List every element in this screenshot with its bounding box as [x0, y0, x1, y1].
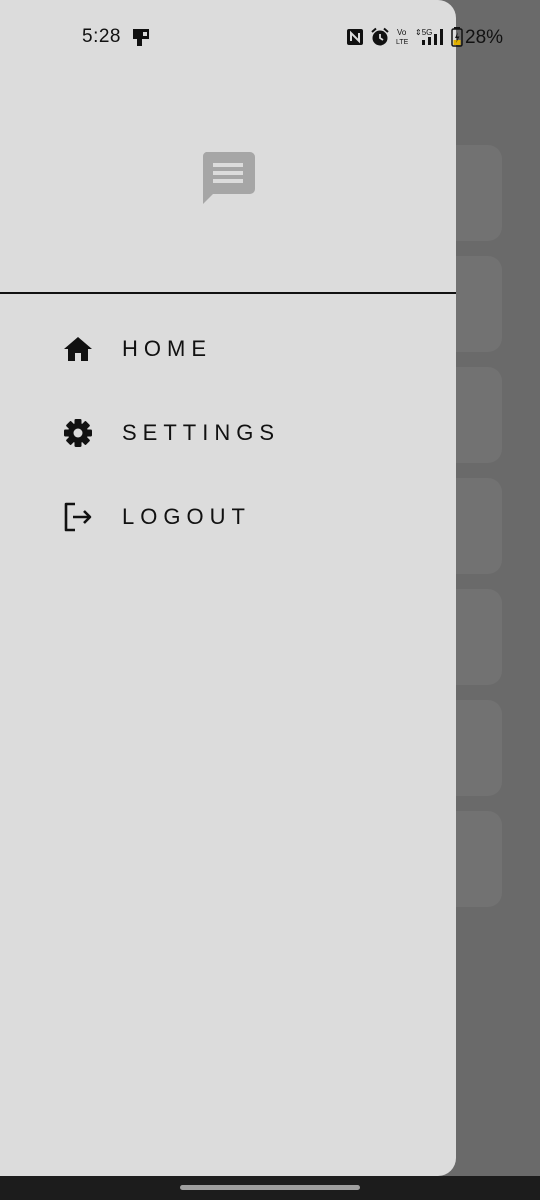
menu-item-settings[interactable]: SETTINGS [0, 402, 456, 462]
svg-text:Vo: Vo [397, 28, 407, 37]
svg-text:LTE: LTE [396, 39, 409, 46]
signal-icon: ⇕5G [415, 28, 443, 45]
status-time: 5:28 [82, 26, 121, 47]
battery-icon [451, 27, 463, 47]
menu-item-label: LOGOUT [122, 504, 251, 529]
menu-item-logout[interactable]: LOGOUT [0, 486, 456, 546]
gear-icon [64, 419, 92, 447]
menu-item-label: HOME [122, 336, 212, 361]
drawer-header [0, 74, 456, 294]
home-gesture-handle[interactable] [180, 1185, 360, 1190]
volte-icon: Vo LTE [396, 28, 409, 46]
menu-item-label: SETTINGS [122, 420, 281, 445]
navigation-drawer: HOME SETTINGS LOGOUT [0, 0, 456, 1176]
logout-icon [64, 502, 92, 532]
home-icon [64, 337, 92, 361]
nfc-icon [347, 29, 363, 45]
battery-percentage: 28% [465, 27, 504, 48]
menu-item-home[interactable]: HOME [0, 318, 456, 378]
svg-text:⇕5G: ⇕5G [415, 28, 432, 37]
gesture-nav-bar [0, 1176, 540, 1200]
status-bar: 5:28 Vo LTE ⇕5G 28% [0, 0, 540, 74]
notification-icon [133, 29, 149, 46]
chat-message-icon [202, 152, 255, 204]
alarm-icon [371, 27, 389, 46]
